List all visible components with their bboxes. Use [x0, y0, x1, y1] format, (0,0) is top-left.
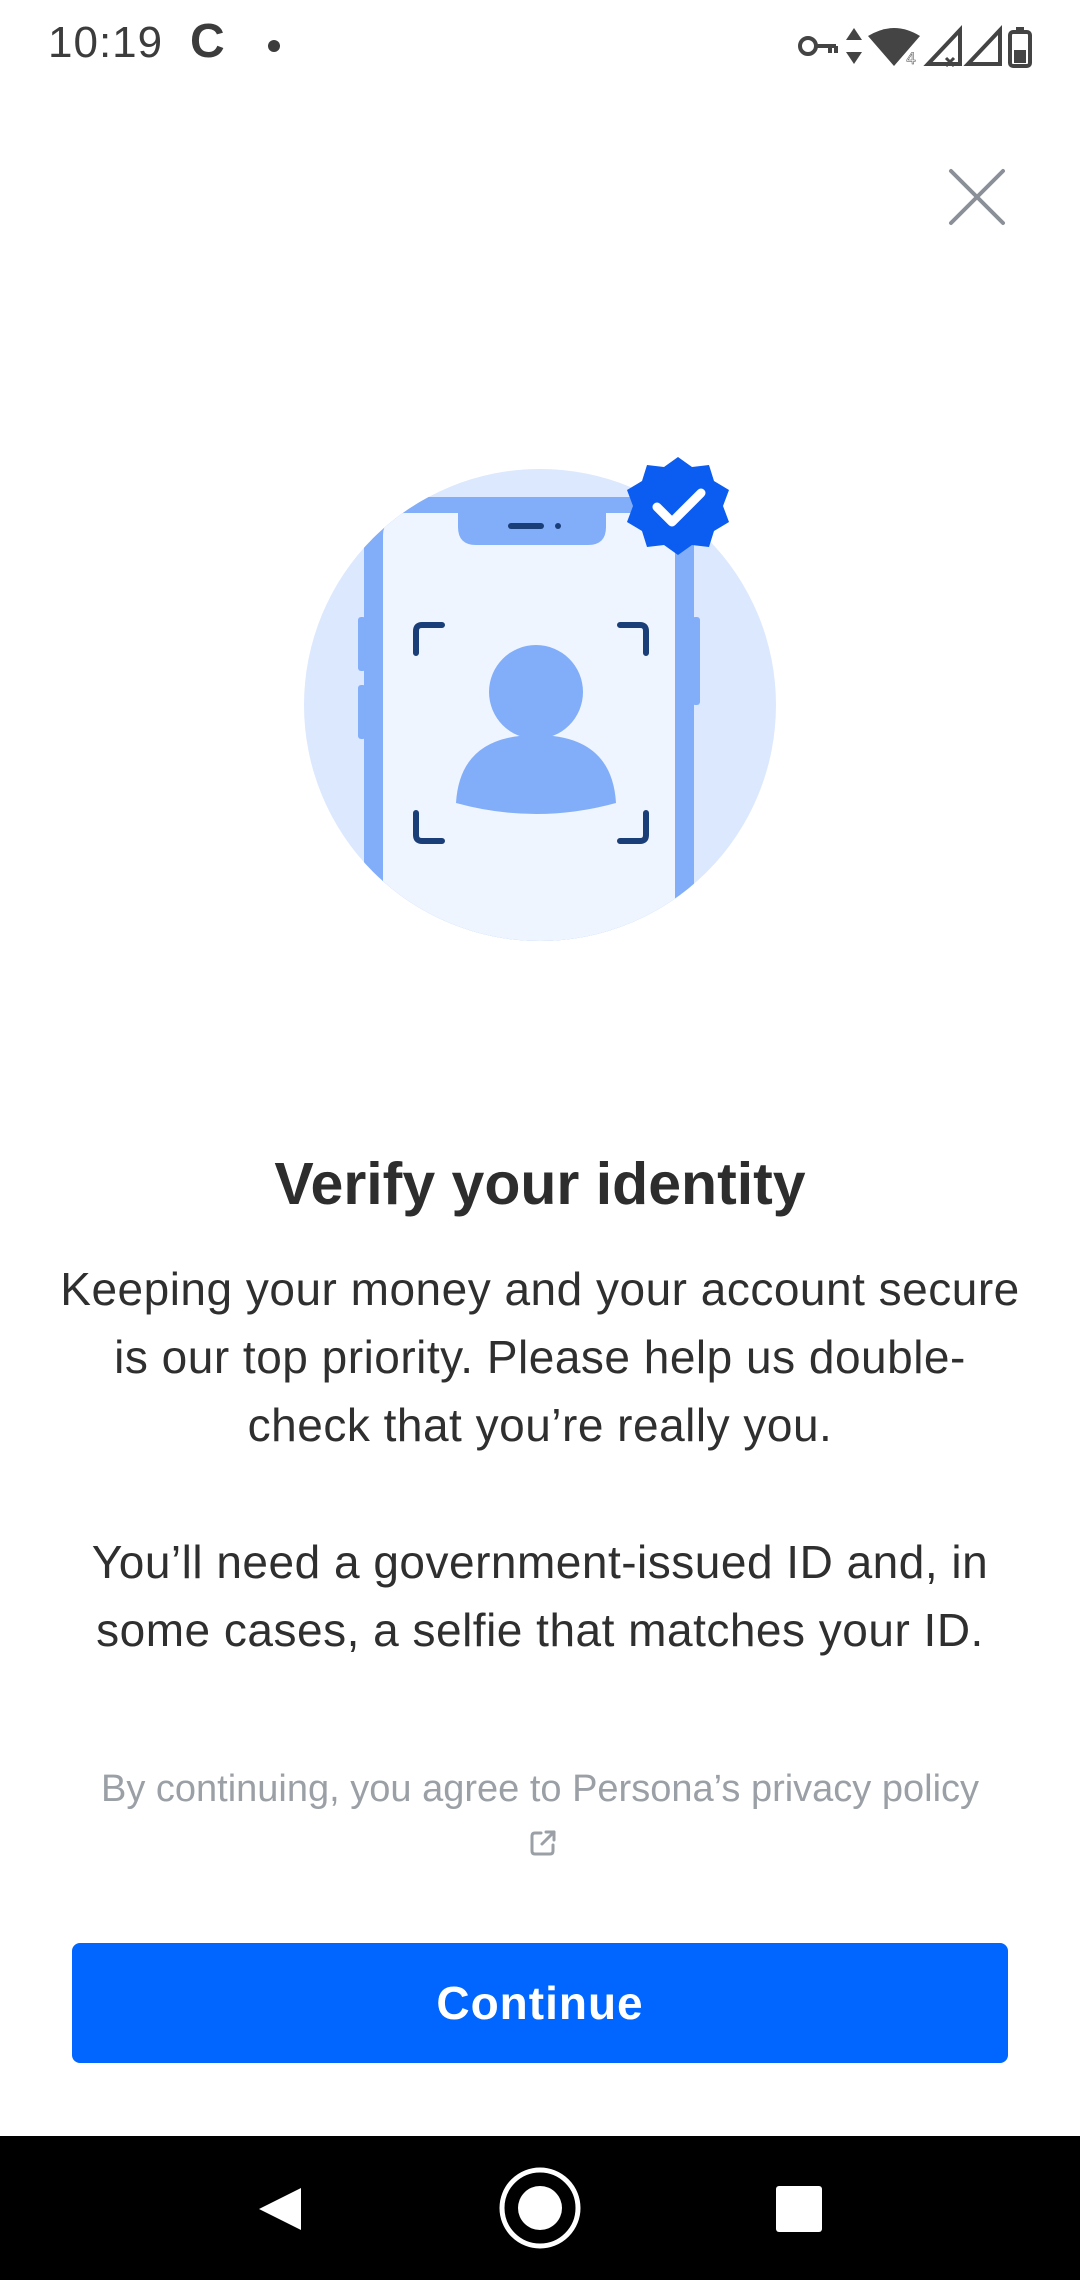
battery-icon — [1008, 27, 1032, 68]
intro-paragraph: Keeping your money and your account secu… — [60, 1263, 1020, 1451]
page-title: Verify your identity — [274, 1151, 806, 1217]
vpn-key-icon — [798, 36, 838, 56]
data-arrows-icon — [846, 28, 862, 64]
status-bar: 10:19 C 4 — [0, 0, 1080, 90]
external-link-icon — [530, 1830, 556, 1856]
phone-selfie-verified-icon — [304, 457, 776, 941]
wifi-icon: 4 — [868, 28, 920, 68]
phone-side-button — [358, 617, 366, 671]
home-circle-icon[interactable] — [498, 2166, 582, 2250]
notification-dot-icon — [268, 40, 280, 52]
privacy-policy-label: privacy policy — [750, 1768, 980, 1810]
status-time: 10:19 — [48, 18, 164, 67]
wifi-badge: 4 — [906, 49, 916, 68]
app-indicator-icon: C — [190, 15, 225, 68]
phone-side-button — [358, 685, 366, 739]
close-icon — [949, 169, 1005, 225]
consent-text: By continuing, you agree to Persona’s pr… — [90, 1762, 990, 1870]
recents-square-icon[interactable] — [776, 2186, 822, 2232]
close-button[interactable] — [945, 165, 1009, 229]
status-icons: 4 — [798, 24, 1032, 68]
signal-icon — [923, 24, 962, 68]
signal-icon-2 — [963, 24, 1002, 66]
navigation-bar — [0, 2136, 1080, 2280]
back-triangle-icon[interactable] — [255, 2184, 305, 2234]
consent-prefix: By continuing, you agree to Persona’s — [100, 1768, 741, 1810]
phone-side-button — [692, 617, 700, 705]
requirements-paragraph: You’ll need a government-issued ID and, … — [91, 1536, 989, 1656]
continue-button[interactable]: Continue — [72, 1943, 1008, 2063]
